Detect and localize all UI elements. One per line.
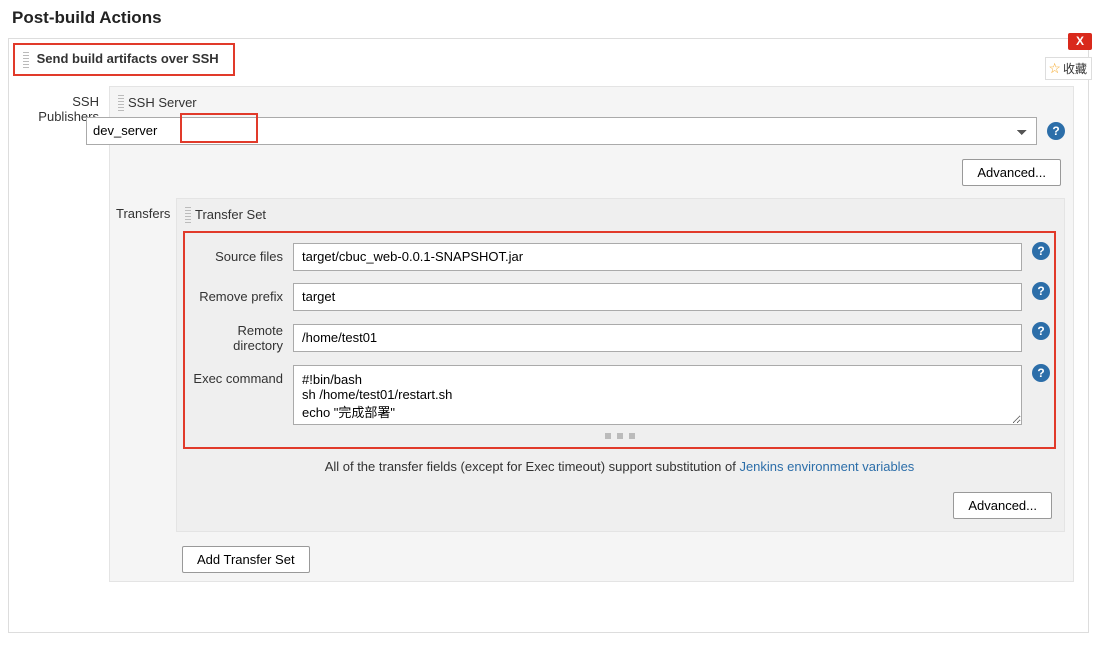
remove-prefix-input[interactable] bbox=[293, 283, 1022, 311]
substitution-note: All of the transfer fields (except for E… bbox=[183, 455, 1056, 484]
source-files-label: Source files bbox=[189, 249, 293, 264]
remote-directory-input[interactable] bbox=[293, 324, 1022, 352]
favorite-label: 收藏 bbox=[1063, 60, 1087, 77]
ssh-server-advanced-button[interactable]: Advanced... bbox=[962, 159, 1061, 186]
source-files-input[interactable] bbox=[293, 243, 1022, 271]
help-icon[interactable]: ? bbox=[1032, 322, 1050, 340]
close-button[interactable]: X bbox=[1068, 33, 1092, 50]
section-title: Send build artifacts over SSH bbox=[13, 43, 235, 76]
post-build-section: X ☆ 收藏 Send build artifacts over SSH SSH… bbox=[8, 38, 1089, 633]
transfer-fields-highlight: Source files ? Remove prefix bbox=[183, 231, 1056, 449]
drag-handle-icon[interactable] bbox=[23, 52, 29, 68]
transfer-set-block: Transfer Set Source files ? bbox=[176, 198, 1065, 532]
env-variables-link[interactable]: Jenkins environment variables bbox=[739, 459, 914, 474]
favorite-button[interactable]: ☆ 收藏 bbox=[1045, 57, 1092, 80]
exec-command-textarea[interactable]: #!bin/bash sh /home/test01/restart.sh ec… bbox=[293, 365, 1022, 425]
remove-prefix-label: Remove prefix bbox=[189, 289, 293, 304]
help-icon[interactable]: ? bbox=[1032, 364, 1050, 382]
exec-command-label: Exec command bbox=[189, 365, 293, 386]
page-title: Post-build Actions bbox=[0, 0, 1097, 38]
resize-grip-icon[interactable] bbox=[605, 433, 635, 439]
add-transfer-set-button[interactable]: Add Transfer Set bbox=[182, 546, 310, 573]
transfers-label: Transfers bbox=[116, 198, 176, 221]
help-icon[interactable]: ? bbox=[1032, 242, 1050, 260]
ssh-server-header: SSH Server bbox=[116, 93, 1065, 117]
ssh-server-block: SSH Server Name dev_server bbox=[109, 86, 1074, 582]
help-icon[interactable]: ? bbox=[1032, 282, 1050, 300]
transfer-set-header: Transfer Set bbox=[183, 205, 1056, 229]
help-icon[interactable]: ? bbox=[1047, 122, 1065, 140]
star-icon: ☆ bbox=[1048, 60, 1061, 77]
ssh-server-name-select[interactable]: dev_server bbox=[86, 117, 1037, 145]
drag-handle-icon[interactable] bbox=[118, 95, 124, 111]
remote-directory-label: Remote directory bbox=[189, 323, 293, 353]
drag-handle-icon[interactable] bbox=[185, 207, 191, 223]
transfer-set-advanced-button[interactable]: Advanced... bbox=[953, 492, 1052, 519]
